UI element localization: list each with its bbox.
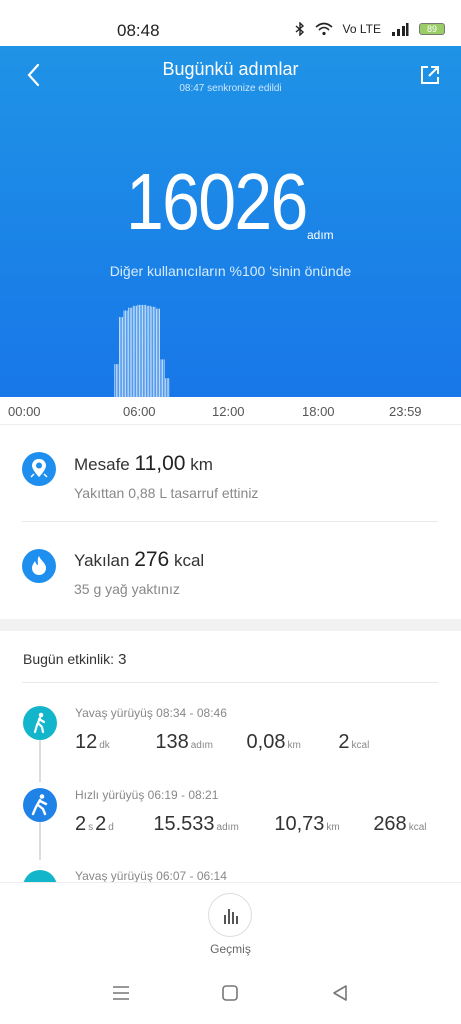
menu-icon[interactable] xyxy=(112,985,130,1001)
history-label: Geçmiş xyxy=(210,942,251,956)
step-bar xyxy=(165,378,167,397)
step-bar xyxy=(160,359,162,397)
activity-title: Yavaş yürüyüş 06:07 - 06:14 xyxy=(75,869,227,883)
axis-tick-label: 18:00 xyxy=(302,404,335,419)
activity-values: 2s2d 15.533 adım 10,73 km 268 kcal xyxy=(75,813,427,835)
walking-icon xyxy=(23,706,57,740)
step-bar xyxy=(162,359,164,397)
step-bar xyxy=(131,307,133,397)
fuel-saved-text: Yakıttan 0,88 L tasarruf ettiniz xyxy=(74,485,259,501)
step-bar xyxy=(156,308,157,397)
flame-icon xyxy=(22,549,56,583)
step-bar xyxy=(148,305,150,397)
step-bar xyxy=(154,306,156,397)
step-bar xyxy=(149,305,151,397)
step-bar xyxy=(152,306,154,397)
axis-tick-label: 00:00 xyxy=(8,404,41,419)
step-bar xyxy=(157,308,159,397)
calories-unit: kcal xyxy=(173,551,205,570)
distance-label: Mesafe 11,00 km xyxy=(74,452,213,475)
step-bar xyxy=(122,317,123,397)
timeline-line xyxy=(39,738,41,782)
step-bar xyxy=(159,308,160,397)
step-histogram xyxy=(114,304,170,397)
step-bar xyxy=(139,304,140,397)
distance-row: Mesafe 11,00 km Yakıttan 0,88 L tasarruf… xyxy=(22,450,438,510)
step-bar xyxy=(125,310,127,397)
step-bar xyxy=(168,378,170,397)
step-bar xyxy=(146,305,148,397)
axis-tick-label: 23:59 xyxy=(389,404,422,419)
axis-tick-label: 06:00 xyxy=(123,404,156,419)
step-bar xyxy=(117,364,119,397)
step-bar xyxy=(129,307,131,397)
distance-value: 11,00 xyxy=(134,452,186,475)
divider xyxy=(22,521,438,522)
section-gap xyxy=(0,619,461,631)
calories-label: Yakılan 276 kcal xyxy=(74,548,205,571)
calories-value: 276 xyxy=(134,548,170,571)
step-bar xyxy=(119,317,120,397)
step-bar xyxy=(166,378,168,397)
activity-count-label: Bugün etkinlik: xyxy=(23,651,115,667)
step-bar xyxy=(114,364,116,397)
step-bar xyxy=(126,310,128,397)
step-bar xyxy=(163,359,165,397)
fast-walking-icon xyxy=(23,788,57,822)
distance-unit: km xyxy=(190,455,213,474)
history-button[interactable] xyxy=(208,893,252,937)
activity-title: Yavaş yürüyüş 08:34 - 08:46 xyxy=(75,706,227,720)
step-bar xyxy=(128,307,130,397)
activity-count-value: 3 xyxy=(118,651,127,668)
calories-row: Yakılan 276 kcal 35 g yağ yaktınız xyxy=(22,546,438,606)
timeline-line xyxy=(39,820,41,860)
axis-tick-label: 12:00 xyxy=(212,404,245,419)
fat-burned-text: 35 g yağ yaktınız xyxy=(74,581,180,597)
step-bar xyxy=(151,306,153,397)
step-bar xyxy=(135,305,137,397)
step-bar xyxy=(134,305,136,397)
step-bar xyxy=(145,304,147,397)
bar-chart-icon xyxy=(224,909,238,924)
step-bar xyxy=(140,304,142,397)
back-icon[interactable] xyxy=(332,985,348,1001)
location-pin-icon xyxy=(22,452,56,486)
home-icon[interactable] xyxy=(222,985,238,1001)
time-axis: 00:00 06:00 12:00 18:00 23:59 xyxy=(0,397,461,425)
activity-values: 12 dk 138 adım 0,08 km 2 kcal xyxy=(75,731,370,753)
step-bar xyxy=(142,304,143,397)
step-bar xyxy=(132,305,134,397)
step-bar xyxy=(120,317,122,397)
step-bar xyxy=(115,364,117,397)
divider xyxy=(22,682,438,683)
activity-title: Hızlı yürüyüş 06:19 - 08:21 xyxy=(75,788,219,802)
step-bar xyxy=(137,304,139,397)
step-bar xyxy=(143,304,145,397)
step-bar xyxy=(123,310,125,397)
activity-count: Bugün etkinlik: 3 xyxy=(23,651,126,668)
